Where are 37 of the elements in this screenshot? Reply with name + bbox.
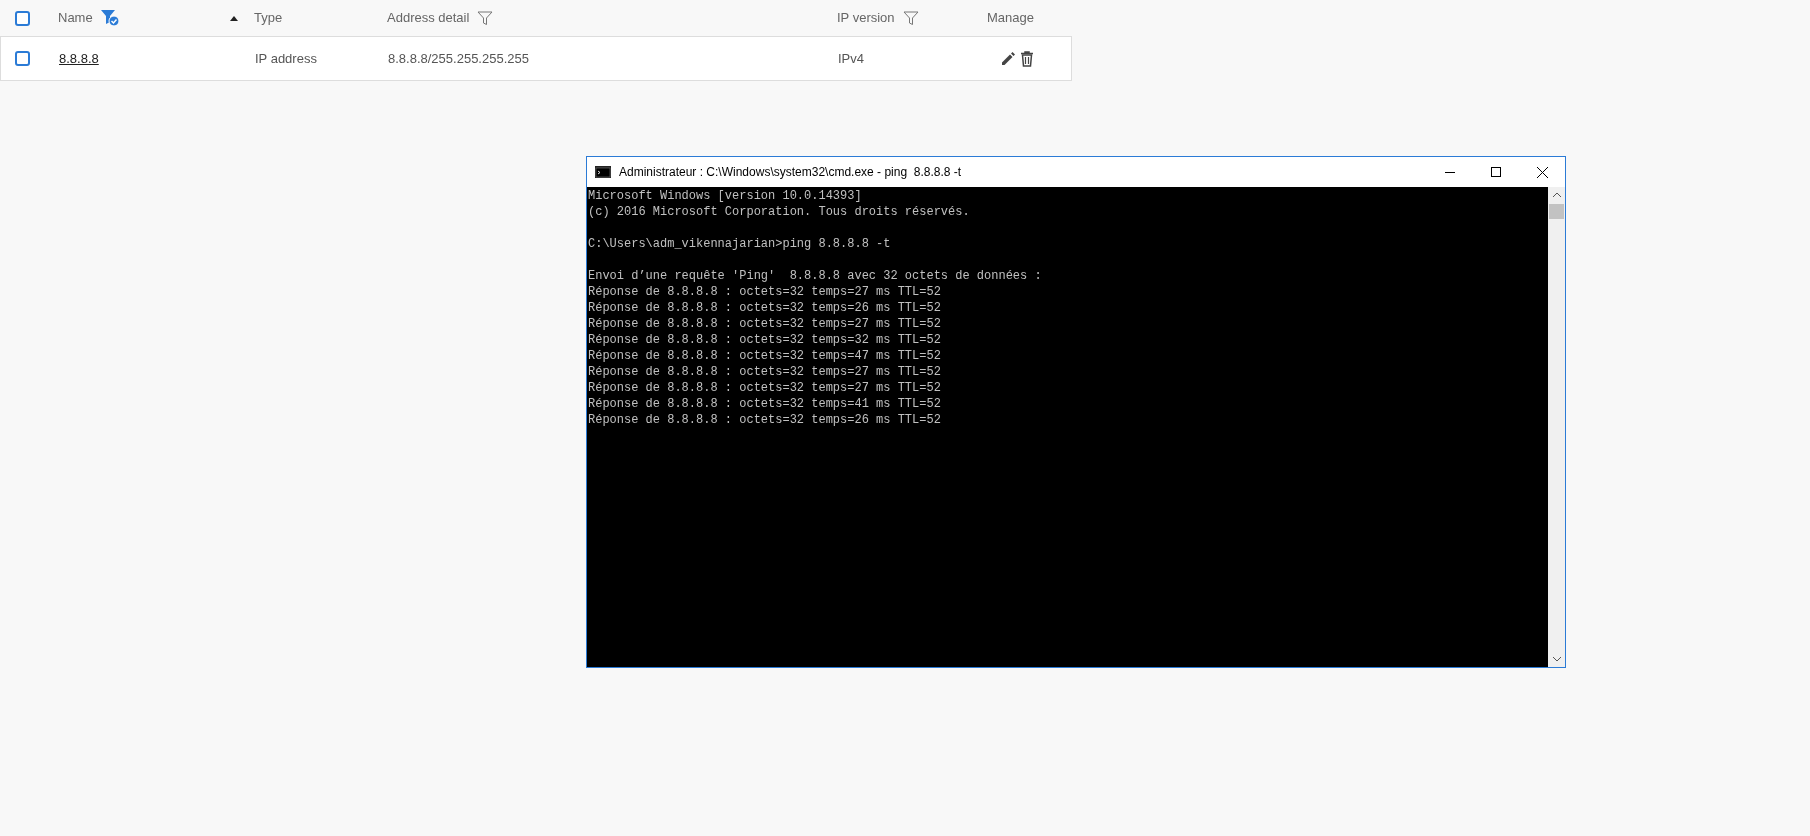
column-header[interactable]: IP version <box>837 7 919 29</box>
checkbox[interactable] <box>15 51 30 66</box>
pencil-icon[interactable] <box>1001 51 1016 66</box>
column-header[interactable]: Name <box>58 7 238 29</box>
console-line: Réponse de 8.8.8.8 : octets=32 temps=47 ms TTL=52 <box>588 348 941 364</box>
name-link[interactable]: 8.8.8.8 <box>59 50 99 66</box>
maximize-icon <box>1491 167 1501 177</box>
filter-icon[interactable] <box>477 10 494 26</box>
console-app-icon <box>595 166 611 178</box>
console-line: Microsoft Windows [version 10.0.14393] <box>588 188 862 204</box>
trash-icon[interactable] <box>1020 50 1034 67</box>
filter-icon[interactable] <box>902 10 919 26</box>
console-line: Réponse de 8.8.8.8 : octets=32 temps=27 ms TTL=52 <box>588 380 941 396</box>
checkbox[interactable] <box>15 10 30 26</box>
console-line: Réponse de 8.8.8.8 : octets=32 temps=32 ms TTL=52 <box>588 332 941 348</box>
column-header[interactable]: Manage <box>987 7 1034 29</box>
console-line: Réponse de 8.8.8.8 : octets=32 temps=27 ms TTL=52 <box>588 316 941 332</box>
scrollbar-thumb[interactable] <box>1549 204 1564 219</box>
console-line: Réponse de 8.8.8.8 : octets=32 temps=26 ms TTL=52 <box>588 412 941 428</box>
sort-ascending-icon[interactable] <box>230 15 238 21</box>
close-icon <box>1536 166 1548 178</box>
console-line: C:\Users\adm_vikennajarian>ping 8.8.8.8 -t <box>588 236 891 252</box>
filter-active-icon[interactable] <box>100 10 119 26</box>
table-cell: IP address <box>255 50 317 66</box>
table-cell: IPv4 <box>838 50 864 66</box>
column-header[interactable]: Address detail <box>387 7 494 29</box>
column-header[interactable]: Type <box>254 7 283 29</box>
table-cell: 8.8.8.8/255.255.255.255 <box>388 50 529 66</box>
console-line: Envoi d’une requête 'Ping' 8.8.8.8 avec 32 octets de données : <box>588 268 1042 284</box>
console-line: Réponse de 8.8.8.8 : octets=32 temps=27 ms TTL=52 <box>588 364 941 380</box>
minimize-icon <box>1445 171 1455 173</box>
console-line: Réponse de 8.8.8.8 : octets=32 temps=41 ms TTL=52 <box>588 396 941 412</box>
console-line: Réponse de 8.8.8.8 : octets=32 temps=27 ms TTL=52 <box>588 284 941 300</box>
console-line: Réponse de 8.8.8.8 : octets=32 temps=26 ms TTL=52 <box>588 300 941 316</box>
console-line: (c) 2016 Microsoft Corporation. Tous droits réservés. <box>588 204 970 220</box>
window-title: Administrateur : C:\Windows\system32\cmd.exe - ping 8.8.8.8 -t <box>619 164 962 181</box>
scrollbar[interactable] <box>1548 187 1565 667</box>
